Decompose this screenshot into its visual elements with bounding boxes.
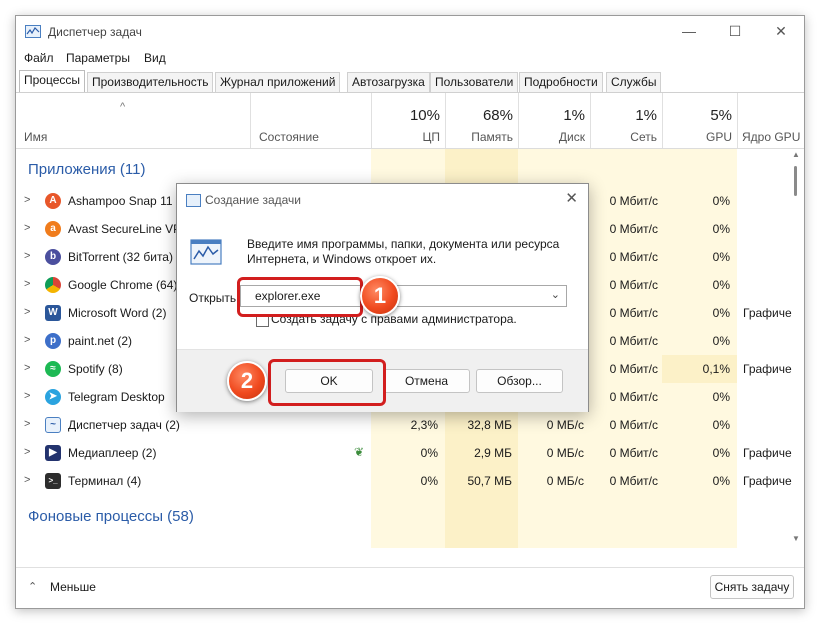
tab-startup[interactable]: Автозагрузка bbox=[347, 72, 430, 92]
ok-highlight-frame bbox=[268, 359, 386, 406]
title-bar: Диспетчер задач — ☐ ✕ bbox=[16, 16, 804, 48]
dialog-message: Введите имя программы, папки, документа … bbox=[247, 237, 560, 266]
chevron-right-icon[interactable]: > bbox=[24, 222, 30, 234]
tab-details[interactable]: Подробности bbox=[519, 72, 603, 92]
dialog-title: Создание задачи bbox=[205, 193, 301, 207]
scroll-up-icon[interactable]: ▲ bbox=[792, 150, 800, 159]
chevron-right-icon[interactable]: > bbox=[24, 474, 30, 486]
chevron-down-icon[interactable]: ⌄ bbox=[551, 288, 560, 301]
maximize-button[interactable]: ☐ bbox=[712, 16, 758, 48]
fewer-details-link[interactable]: Меньше bbox=[50, 580, 96, 594]
menu-view[interactable]: Вид bbox=[144, 51, 166, 65]
bittorrent-icon: b bbox=[45, 249, 61, 265]
minimize-button[interactable]: — bbox=[666, 16, 712, 48]
terminal-icon: >_ bbox=[45, 473, 61, 489]
close-icon: ✕ bbox=[775, 23, 787, 39]
maximize-icon: ☐ bbox=[728, 23, 742, 39]
header-memory[interactable]: 68% Память bbox=[445, 93, 519, 148]
table-row[interactable]: > ▶ Медиаплеер (2) ❦ 0% 2,9 МБ 0 МБ/с 0 … bbox=[16, 439, 804, 467]
header-status[interactable]: Состояние bbox=[250, 93, 371, 148]
telegram-icon: ➤ bbox=[45, 389, 61, 405]
table-row[interactable]: > >_ Терминал (4) 0% 50,7 МБ 0 МБ/с 0 Мб… bbox=[16, 467, 804, 495]
browse-button[interactable]: Обзор... bbox=[476, 369, 563, 393]
tab-services[interactable]: Службы bbox=[606, 72, 662, 92]
step-badge-2: 2 bbox=[227, 361, 267, 401]
window-title: Диспетчер задач bbox=[48, 25, 142, 39]
chevron-right-icon[interactable]: > bbox=[24, 306, 30, 318]
end-task-button[interactable]: Снять задачу bbox=[710, 575, 794, 599]
cancel-button[interactable]: Отмена bbox=[383, 369, 470, 393]
avast-icon: a bbox=[45, 221, 61, 237]
chevron-right-icon[interactable]: > bbox=[24, 362, 30, 374]
header-network[interactable]: 1% Сеть bbox=[590, 93, 663, 148]
tab-strip: Процессы Производительность Журнал прило… bbox=[16, 70, 804, 93]
tab-app-history[interactable]: Журнал приложений bbox=[215, 72, 341, 92]
header-gpu[interactable]: 5% GPU bbox=[662, 93, 738, 148]
menu-bar: Файл Параметры Вид bbox=[16, 48, 804, 70]
efficiency-leaf-icon: ❦ bbox=[354, 445, 365, 459]
chevron-up-icon[interactable]: ⌃ bbox=[28, 580, 37, 593]
task-manager-app-icon: ~ bbox=[45, 417, 61, 433]
column-header: ^ Имя Состояние 10% ЦП 68% Память 1% Дис… bbox=[16, 93, 804, 149]
scroll-down-icon[interactable]: ▼ bbox=[792, 534, 800, 543]
chrome-icon bbox=[45, 277, 61, 293]
chevron-right-icon[interactable]: > bbox=[24, 250, 30, 262]
minimize-icon: — bbox=[682, 23, 696, 39]
header-name[interactable]: ^ Имя bbox=[16, 93, 250, 148]
group-background[interactable]: Фоновые процессы (58) bbox=[28, 508, 194, 525]
header-gpu-engine[interactable]: Ядро GPU bbox=[737, 93, 804, 148]
chevron-right-icon[interactable]: > bbox=[24, 334, 30, 346]
dialog-close-icon[interactable]: ✕ bbox=[565, 189, 578, 207]
run-dialog-icon bbox=[186, 194, 201, 207]
vertical-scrollbar[interactable]: ▲ ▼ bbox=[791, 148, 801, 548]
ashampoo-icon: A bbox=[45, 193, 61, 209]
paint-net-icon: p bbox=[45, 333, 61, 349]
run-program-icon bbox=[190, 239, 222, 265]
tab-users[interactable]: Пользователи bbox=[430, 72, 519, 92]
media-player-icon: ▶ bbox=[45, 445, 61, 461]
input-highlight-frame bbox=[237, 277, 363, 317]
chevron-right-icon[interactable]: > bbox=[24, 446, 30, 458]
open-label: Открыть: bbox=[189, 291, 240, 305]
step-badge-1: 1 bbox=[360, 276, 400, 316]
scroll-thumb[interactable] bbox=[794, 166, 797, 196]
menu-file[interactable]: Файл bbox=[24, 51, 54, 65]
task-manager-icon bbox=[25, 25, 41, 38]
tab-performance[interactable]: Производительность bbox=[87, 72, 214, 92]
chevron-right-icon[interactable]: > bbox=[24, 278, 30, 290]
group-apps[interactable]: Приложения (11) bbox=[28, 161, 146, 178]
chevron-right-icon[interactable]: > bbox=[24, 418, 30, 430]
table-row[interactable]: > ~ Диспетчер задач (2) 2,3% 32,8 МБ 0 М… bbox=[16, 411, 804, 439]
tab-processes[interactable]: Процессы bbox=[19, 70, 86, 92]
sort-up-icon: ^ bbox=[120, 101, 126, 113]
header-cpu[interactable]: 10% ЦП bbox=[371, 93, 446, 148]
spotify-icon: ≈ bbox=[45, 361, 61, 377]
close-button[interactable]: ✕ bbox=[758, 16, 804, 48]
chevron-right-icon[interactable]: > bbox=[24, 390, 30, 402]
chevron-right-icon[interactable]: > bbox=[24, 194, 30, 206]
word-icon: W bbox=[45, 305, 61, 321]
footer-bar: ⌃ Меньше Снять задачу bbox=[16, 567, 804, 608]
menu-options[interactable]: Параметры bbox=[66, 51, 130, 65]
header-disk[interactable]: 1% Диск bbox=[518, 93, 591, 148]
